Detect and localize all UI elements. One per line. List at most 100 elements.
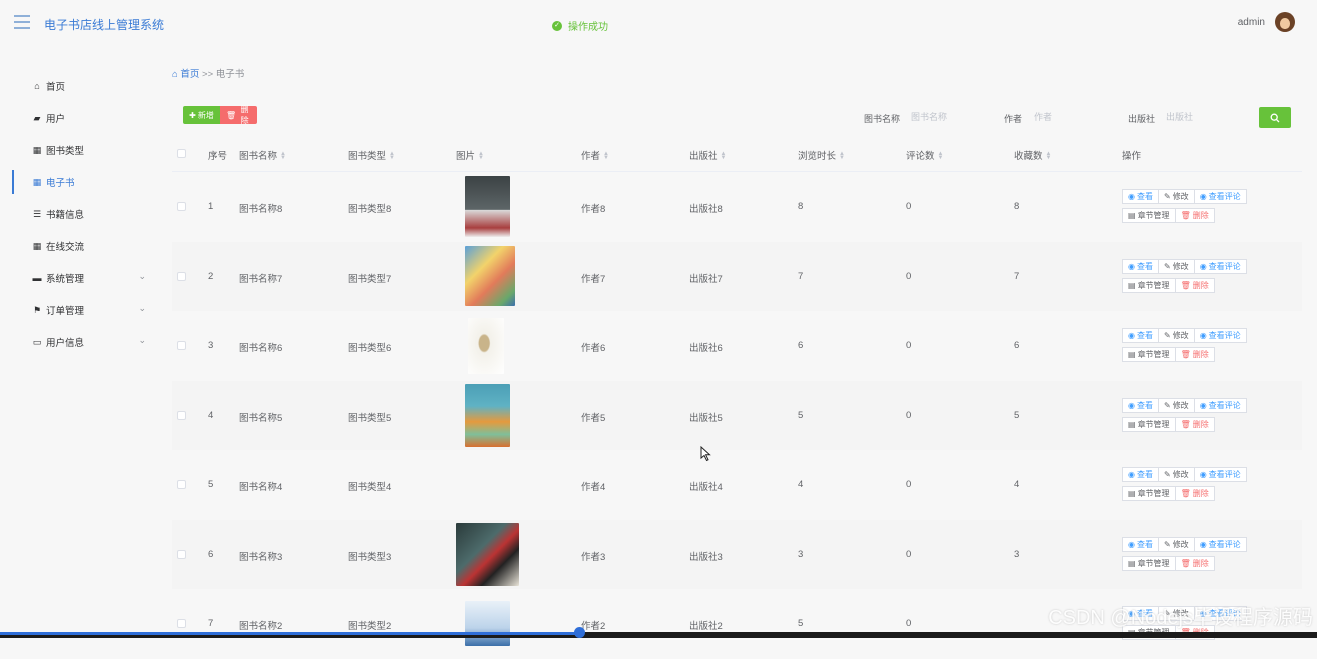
- sidebar-item-book-type[interactable]: ▦ 图书类型: [0, 134, 160, 166]
- chapters-button[interactable]: ▤章节管理: [1122, 556, 1176, 571]
- mouse-cursor-icon: [700, 446, 712, 462]
- column-header-book-name[interactable]: 图书名称▲▼: [239, 148, 286, 162]
- table-row[interactable]: 4图书名称5图书类型5作者5出版社5505◉查看✎修改◉查看评论▤章节管理🗑删除: [172, 381, 1302, 451]
- column-header-label: 作者: [581, 151, 600, 162]
- sort-icon[interactable]: ▲▼: [839, 152, 845, 160]
- edit-button-label: 修改: [1173, 469, 1189, 480]
- view-button[interactable]: ◉查看: [1122, 398, 1159, 413]
- view-comments-button[interactable]: ◉查看评论: [1194, 537, 1247, 552]
- sort-icon[interactable]: ▲▼: [603, 152, 609, 160]
- edit-button[interactable]: ✎修改: [1158, 328, 1195, 343]
- sort-icon[interactable]: ▲▼: [721, 152, 727, 160]
- view-button[interactable]: ◉查看: [1122, 259, 1159, 274]
- cell-book-name: 图书名称2: [239, 618, 282, 632]
- sidebar-item-orders[interactable]: ⚑ 订单管理 ⌄: [0, 294, 160, 326]
- cell-favorites: 5: [1014, 410, 1019, 421]
- chapters-button[interactable]: ▤章节管理: [1122, 347, 1176, 362]
- sidebar-item-book-info[interactable]: ☰ 书籍信息: [0, 198, 160, 230]
- user-menu[interactable]: admin: [1238, 12, 1295, 32]
- sort-icon[interactable]: ▲▼: [938, 152, 944, 160]
- edit-button[interactable]: ✎修改: [1158, 467, 1195, 482]
- row-delete-button[interactable]: 🗑删除: [1175, 208, 1215, 223]
- publisher-input[interactable]: [1164, 108, 1244, 126]
- cell-book-type: 图书类型7: [348, 271, 391, 285]
- column-header-publisher[interactable]: 出版社▲▼: [689, 148, 726, 162]
- filter-label-publisher: 出版社: [1128, 112, 1155, 125]
- sort-icon[interactable]: ▲▼: [389, 152, 395, 160]
- row-delete-button[interactable]: 🗑删除: [1175, 347, 1215, 362]
- table-row[interactable]: 2图书名称7图书类型7作者7出版社7707◉查看✎修改◉查看评论▤章节管理🗑删除: [172, 242, 1302, 312]
- chapters-button[interactable]: ▤章节管理: [1122, 417, 1176, 432]
- eye-icon: ◉: [1128, 331, 1135, 340]
- chapters-button[interactable]: ▤章节管理: [1122, 208, 1176, 223]
- view-button[interactable]: ◉查看: [1122, 189, 1159, 204]
- view-button[interactable]: ◉查看: [1122, 467, 1159, 482]
- sidebar-item-system[interactable]: ▬ 系统管理 ⌄: [0, 262, 160, 294]
- avatar[interactable]: [1275, 12, 1295, 32]
- chapters-button-label: 章节管理: [1138, 558, 1170, 569]
- view-comments-button[interactable]: ◉查看评论: [1194, 189, 1247, 204]
- video-progress-knob[interactable]: [574, 627, 585, 638]
- row-delete-button[interactable]: 🗑删除: [1175, 278, 1215, 293]
- edit-button[interactable]: ✎修改: [1158, 398, 1195, 413]
- chapters-button[interactable]: ▤章节管理: [1122, 486, 1176, 501]
- plus-icon: ✚: [189, 111, 196, 120]
- view-button[interactable]: ◉查看: [1122, 328, 1159, 343]
- edit-button[interactable]: ✎修改: [1158, 537, 1195, 552]
- row-checkbox[interactable]: [177, 341, 186, 350]
- column-header-book-type[interactable]: 图书类型▲▼: [348, 148, 395, 162]
- row-checkbox[interactable]: [177, 619, 186, 628]
- view-button[interactable]: ◉查看: [1122, 537, 1159, 552]
- view-comments-button[interactable]: ◉查看评论: [1194, 259, 1247, 274]
- add-button[interactable]: ✚ 新增: [183, 106, 220, 124]
- edit-button[interactable]: ✎修改: [1158, 189, 1195, 204]
- chapters-button[interactable]: ▤章节管理: [1122, 278, 1176, 293]
- view-button-label: 查看: [1137, 400, 1153, 411]
- delete-button[interactable]: 🗑 删除: [220, 106, 257, 124]
- edit-button[interactable]: ✎修改: [1158, 259, 1195, 274]
- sort-icon[interactable]: ▲▼: [280, 152, 286, 160]
- sidebar-item-label: 用户: [46, 111, 65, 125]
- view-comments-button[interactable]: ◉查看评论: [1194, 328, 1247, 343]
- row-checkbox[interactable]: [177, 272, 186, 281]
- breadcrumb-home[interactable]: 首页: [180, 69, 199, 80]
- home-icon: ⌂: [172, 69, 178, 80]
- sidebar-item-chat[interactable]: ▦ 在线交流: [0, 230, 160, 262]
- table-row[interactable]: 6图书名称3图书类型3作者3出版社3303◉查看✎修改◉查看评论▤章节管理🗑删除: [172, 520, 1302, 590]
- select-all-checkbox[interactable]: [177, 149, 186, 158]
- sidebar-item-ebook[interactable]: ▦ 电子书: [0, 166, 160, 198]
- column-header-comments[interactable]: 评论数▲▼: [906, 148, 943, 162]
- cell-book-type: 图书类型5: [348, 410, 391, 424]
- sort-icon[interactable]: ▲▼: [1046, 152, 1052, 160]
- column-header-author[interactable]: 作者▲▼: [581, 148, 609, 162]
- row-delete-button[interactable]: 🗑删除: [1175, 556, 1215, 571]
- breadcrumb: ⌂ 首页 >> 电子书: [172, 66, 244, 80]
- view-comments-button[interactable]: ◉查看评论: [1194, 467, 1247, 482]
- row-actions: ◉查看✎修改◉查看评论 ▤章节管理🗑删除: [1122, 467, 1246, 505]
- edit-icon: ✎: [1164, 192, 1171, 201]
- book-name-input[interactable]: [909, 108, 989, 126]
- row-checkbox[interactable]: [177, 480, 186, 489]
- sidebar-item-home[interactable]: ⌂ 首页: [0, 70, 160, 102]
- sidebar-item-user-info[interactable]: ▭ 用户信息 ⌄: [0, 326, 160, 358]
- table-row[interactable]: 1图书名称8图书类型8作者8出版社8808◉查看✎修改◉查看评论▤章节管理🗑删除: [172, 172, 1302, 242]
- row-checkbox[interactable]: [177, 411, 186, 420]
- column-header-favorites[interactable]: 收藏数▲▼: [1014, 148, 1051, 162]
- menu-toggle-icon[interactable]: [14, 15, 30, 29]
- search-button[interactable]: [1259, 107, 1291, 128]
- cell-author: 作者3: [581, 549, 605, 563]
- column-header-image[interactable]: 图片▲▼: [456, 148, 484, 162]
- row-checkbox[interactable]: [177, 202, 186, 211]
- view-comments-button[interactable]: ◉查看评论: [1194, 398, 1247, 413]
- eye-icon: ◉: [1200, 331, 1207, 340]
- column-header-duration[interactable]: 浏览时长▲▼: [798, 148, 845, 162]
- row-delete-button[interactable]: 🗑删除: [1175, 486, 1215, 501]
- row-checkbox[interactable]: [177, 550, 186, 559]
- sidebar-item-user[interactable]: ▰ 用户: [0, 102, 160, 134]
- sort-icon[interactable]: ▲▼: [478, 152, 484, 160]
- table-row[interactable]: 3图书名称6图书类型6作者6出版社6606◉查看✎修改◉查看评论▤章节管理🗑删除: [172, 311, 1302, 381]
- table-row[interactable]: 5图书名称4图书类型4作者4出版社4404◉查看✎修改◉查看评论▤章节管理🗑删除: [172, 450, 1302, 520]
- author-input[interactable]: [1032, 108, 1112, 126]
- row-delete-button[interactable]: 🗑删除: [1175, 417, 1215, 432]
- toast-message: 操作成功: [568, 18, 608, 33]
